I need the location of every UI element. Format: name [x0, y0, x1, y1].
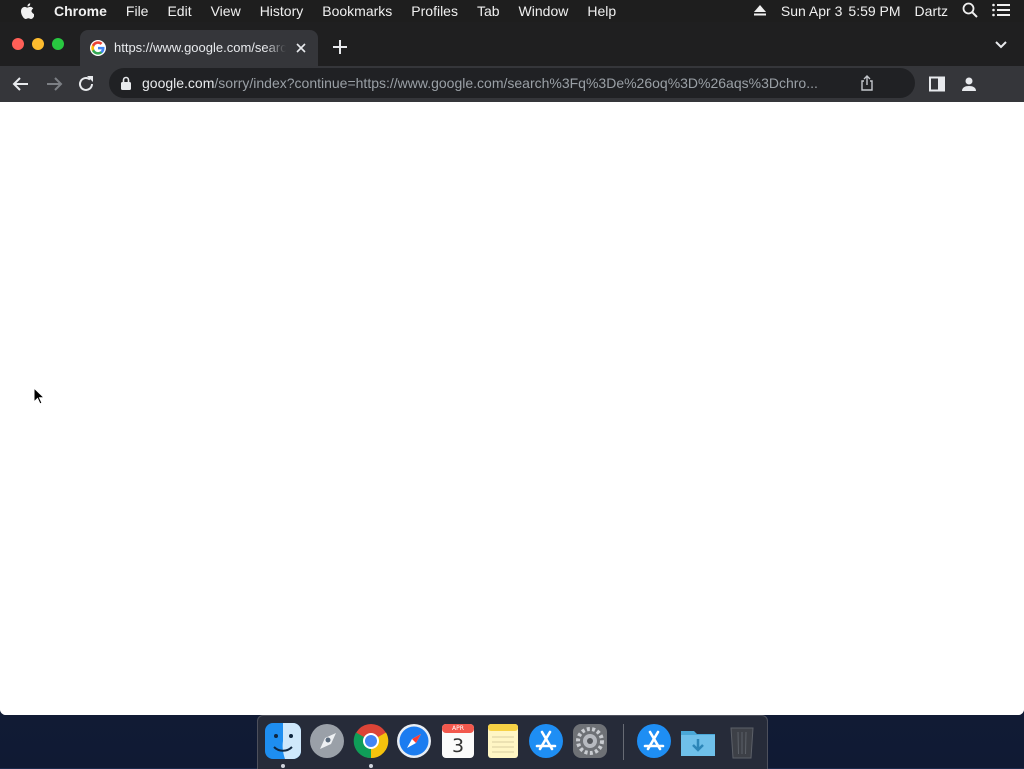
eject-icon[interactable] [753, 3, 767, 19]
launchpad-icon[interactable] [308, 722, 346, 760]
menu-user[interactable]: Dartz [915, 3, 948, 19]
menu-time[interactable]: 5:59 PM [848, 3, 900, 19]
mouse-cursor-icon [33, 386, 46, 405]
close-window-button[interactable] [12, 38, 24, 50]
calendar-icon[interactable]: APR 3 [439, 722, 477, 760]
minimize-window-button[interactable] [32, 38, 44, 50]
calendar-month: APR [452, 725, 464, 732]
browser-toolbar: google.com/sorry/index?continue=https://… [0, 66, 1024, 102]
google-favicon-icon [90, 40, 106, 56]
notes-icon[interactable] [484, 722, 522, 760]
menu-history[interactable]: History [260, 3, 304, 19]
reload-icon[interactable] [75, 73, 97, 95]
menu-date[interactable]: Sun Apr 3 [781, 3, 843, 19]
menu-view[interactable]: View [211, 3, 241, 19]
chevron-down-icon[interactable] [992, 38, 1010, 52]
running-indicator [369, 764, 373, 768]
running-indicator [281, 764, 285, 768]
url-host: google.com [142, 75, 215, 91]
share-icon[interactable] [859, 75, 875, 91]
dock: APR 3 [257, 715, 768, 769]
menu-edit[interactable]: Edit [167, 3, 191, 19]
tab-google-search[interactable]: https://www.google.com/search?q=&oq= [80, 30, 318, 66]
page-content[interactable] [0, 102, 1024, 715]
menu-help[interactable]: Help [587, 3, 616, 19]
profile-icon[interactable] [958, 73, 980, 95]
close-icon[interactable] [294, 41, 308, 55]
chrome-icon[interactable] [352, 722, 390, 760]
downloads-folder-icon[interactable] [679, 722, 717, 760]
menu-file[interactable]: File [126, 3, 149, 19]
address-bar[interactable]: google.com/sorry/index?continue=https://… [109, 68, 915, 98]
app-store-download-icon[interactable] [635, 722, 673, 760]
finder-icon[interactable] [264, 722, 302, 760]
list-icon[interactable] [992, 3, 1010, 20]
menu-tab[interactable]: Tab [477, 3, 500, 19]
menu-app-name[interactable]: Chrome [54, 3, 107, 19]
url-path: /sorry/index?continue=https://www.google… [214, 75, 818, 91]
trash-icon[interactable] [723, 722, 761, 760]
apple-icon[interactable] [20, 2, 36, 20]
system-preferences-icon[interactable] [571, 722, 609, 760]
arrow-left-icon[interactable] [10, 73, 32, 95]
calendar-day: 3 [451, 735, 465, 757]
search-icon[interactable] [962, 2, 978, 21]
tab-strip: https://www.google.com/search?q=&oq= [0, 22, 1024, 66]
tab-title: https://www.google.com/search?q=&oq= [114, 40, 286, 55]
menu-window[interactable]: Window [519, 3, 569, 19]
browser-window: https://www.google.com/search?q=&oq= goo… [0, 22, 1024, 715]
lock-icon[interactable] [121, 76, 131, 90]
side-panel-icon[interactable] [926, 73, 948, 95]
maximize-window-button[interactable] [52, 38, 64, 50]
app-store-icon[interactable] [527, 722, 565, 760]
dock-separator [623, 724, 624, 760]
menu-bar: Chrome File Edit View History Bookmarks … [0, 0, 1024, 22]
menu-bookmarks[interactable]: Bookmarks [322, 3, 392, 19]
menu-profiles[interactable]: Profiles [411, 3, 458, 19]
url-text: google.com/sorry/index?continue=https://… [142, 75, 852, 93]
new-tab-button[interactable] [330, 37, 350, 57]
safari-icon[interactable] [395, 722, 433, 760]
arrow-right-icon[interactable] [43, 73, 65, 95]
